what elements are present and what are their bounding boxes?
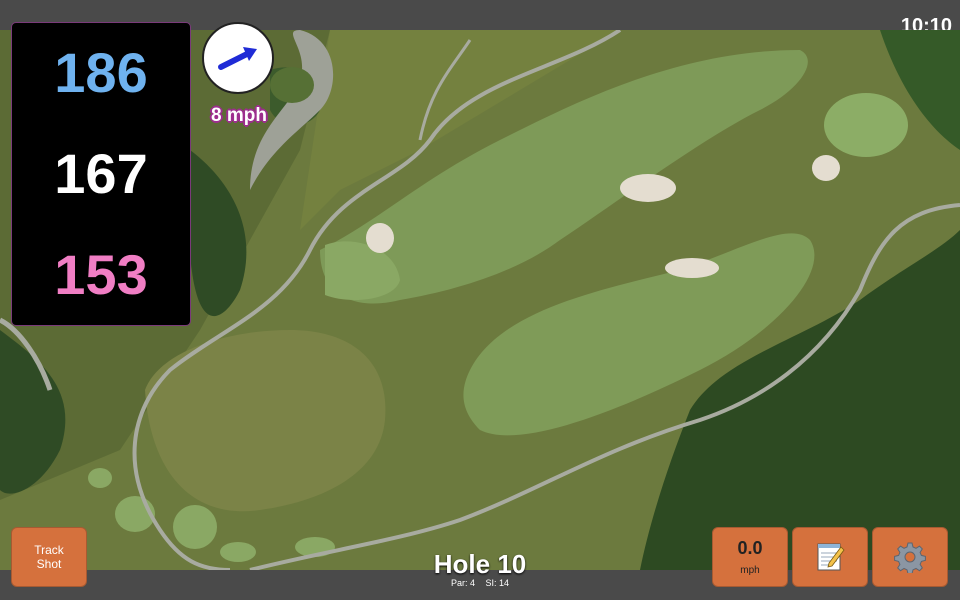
track-shot-label-line1: Track: [34, 543, 64, 557]
track-shot-label-line2: Shot: [36, 557, 62, 571]
hole-meta: Par: 4 SI: 14: [400, 578, 560, 589]
speed-button[interactable]: 0.0 mph: [712, 527, 788, 587]
wind-speed-label: 8 mph: [211, 105, 267, 126]
track-shot-button[interactable]: Track Shot: [11, 527, 87, 587]
speed-unit: mph: [740, 565, 760, 576]
gear-icon: [894, 542, 926, 573]
notes-button[interactable]: [792, 527, 868, 587]
hole-title: Hole 10: [433, 549, 527, 579]
wind-direction-arrow-icon: [218, 47, 257, 70]
wind-indicator: [202, 22, 274, 94]
settings-button[interactable]: [872, 527, 948, 587]
middle-distance: 167: [54, 141, 148, 205]
hole-par: Par: 4: [450, 578, 475, 588]
front-distance: 153: [54, 242, 148, 306]
notepad-icon: [817, 543, 845, 571]
back-distance: 186: [54, 41, 148, 105]
hole-stroke-index: SI: 14: [485, 578, 510, 588]
hole-info: Hole 10 Par: 4 SI: 14: [400, 550, 560, 589]
speed-value: 0.0: [737, 538, 763, 558]
distance-panel: 186 167 153: [11, 22, 191, 326]
